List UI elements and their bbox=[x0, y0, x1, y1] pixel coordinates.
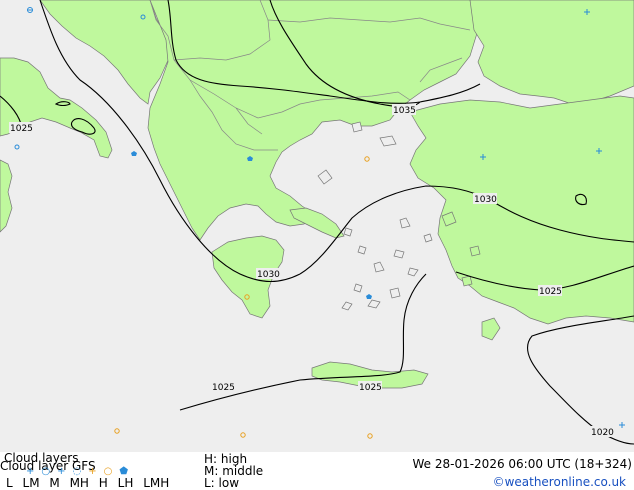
legend-low: L: low bbox=[204, 476, 240, 490]
level-label: L bbox=[6, 476, 13, 490]
isobar-label: 1030 bbox=[257, 270, 280, 280]
isobar-label: 1020 bbox=[591, 428, 614, 438]
copyright-link[interactable]: ©weatheronline.co.uk bbox=[493, 476, 626, 489]
map-footer: Cloud layers Cloud layer GFS + ○ + ◌ + ○ ⬟ L L… bbox=[0, 452, 634, 490]
isobar-label: 1030 bbox=[474, 195, 497, 205]
level-label: LM bbox=[22, 476, 40, 490]
height-legend: H: high M: middle L: low bbox=[204, 453, 263, 489]
isobar-label: 1025 bbox=[10, 124, 33, 134]
isobar-label: 1035 bbox=[393, 106, 416, 116]
isobar-label: 1025 bbox=[539, 287, 562, 297]
isobar-label: 1025 bbox=[212, 383, 235, 393]
weather-map: 1025 1035 1030 1030 1025 1025 1025 1020 bbox=[0, 0, 634, 452]
level-label: LMH bbox=[143, 476, 170, 490]
isobar-label: 1025 bbox=[359, 383, 382, 393]
level-label: LH bbox=[117, 476, 134, 490]
level-label: M bbox=[49, 476, 60, 490]
level-label: MH bbox=[69, 476, 89, 490]
forecast-datetime: We 28-01-2026 06:00 UTC (18+324) bbox=[412, 457, 632, 471]
level-labels: L LM M MH H LH LMH bbox=[6, 477, 175, 490]
level-label: H bbox=[98, 476, 108, 490]
